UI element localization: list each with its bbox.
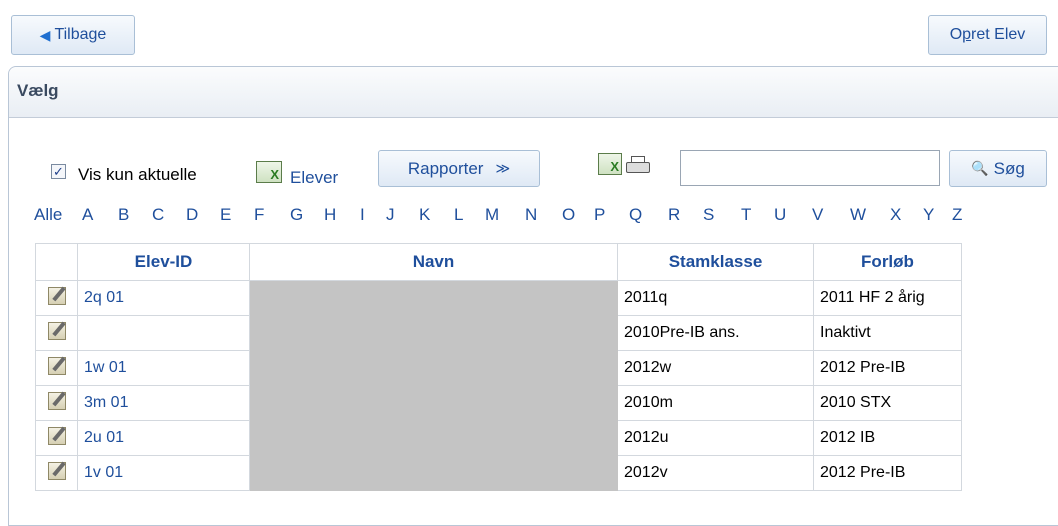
alphabet-link-a[interactable]: A <box>82 205 93 225</box>
create-label-prefix: O <box>949 26 963 43</box>
stamklasse-cell: 2012w <box>617 350 814 386</box>
alphabet-link-g[interactable]: G <box>290 205 303 225</box>
alphabet-link-u[interactable]: U <box>774 205 786 225</box>
create-student-button[interactable]: Op ret Elev <box>928 15 1047 55</box>
panel-header: Vælg <box>9 67 1058 118</box>
alphabet-link-d[interactable]: D <box>186 205 198 225</box>
alphabet-link-w[interactable]: W <box>850 205 866 225</box>
table-row[interactable]: 2010Pre-IB ans. Inaktivt <box>35 315 962 351</box>
panel-title: Vælg <box>17 81 59 100</box>
printer-icon[interactable] <box>624 155 652 175</box>
elev-id-cell[interactable]: 3m 01 <box>77 385 250 421</box>
stamklasse-cell: 2010m <box>617 385 814 421</box>
stamklasse-cell: 2010Pre-IB ans. <box>617 315 814 351</box>
reports-label: Rapporter <box>407 158 484 178</box>
alphabet-link-e[interactable]: E <box>220 205 231 225</box>
stamklasse-cell: 2012u <box>617 420 814 456</box>
edit-cell[interactable] <box>35 455 78 491</box>
alphabet-link-h[interactable]: H <box>324 205 336 225</box>
edit-cell[interactable] <box>35 315 78 351</box>
alphabet-link-q[interactable]: Q <box>629 205 642 225</box>
alphabet-link-i[interactable]: I <box>360 205 365 225</box>
elev-id-cell[interactable]: 2u 01 <box>77 420 250 456</box>
column-header-navn[interactable]: Navn <box>249 243 618 281</box>
forlob-cell: 2011 HF 2 årig <box>813 280 962 316</box>
elev-id-cell[interactable] <box>77 315 250 351</box>
name-cell <box>249 385 618 421</box>
name-cell <box>249 420 618 456</box>
edit-cell[interactable] <box>35 280 78 316</box>
name-cell <box>249 455 618 491</box>
alphabet-link-o[interactable]: O <box>562 205 575 225</box>
elev-id-cell[interactable]: 1w 01 <box>77 350 250 386</box>
edit-cell[interactable] <box>35 385 78 421</box>
table-row[interactable]: 2u 01 2012u 2012 IB <box>35 420 962 456</box>
search-button-label: Søg <box>993 158 1025 178</box>
students-table: Elev-ID Navn Stamklasse Forløb 2q 01 2011… <box>35 243 962 491</box>
alphabet-link-b[interactable]: B <box>118 205 129 225</box>
create-label-accesskey: p <box>962 26 972 43</box>
edit-icon[interactable] <box>47 426 66 445</box>
alphabet-link-p[interactable]: P <box>594 205 605 225</box>
edit-icon[interactable] <box>47 391 66 410</box>
chevron-down-icon: ≫ <box>495 160 511 176</box>
show-current-checkbox[interactable]: ✓ <box>51 164 66 179</box>
column-header-elev-id[interactable]: Elev-ID <box>77 243 250 281</box>
back-button-label: Tilbage <box>54 26 107 43</box>
alphabet-link-s[interactable]: S <box>703 205 714 225</box>
edit-icon[interactable] <box>47 321 66 340</box>
table-header-row: Elev-ID Navn Stamklasse Forløb <box>35 243 962 281</box>
forlob-cell: 2012 Pre-IB <box>813 350 962 386</box>
alphabet-link-z[interactable]: Z <box>952 205 962 225</box>
search-input[interactable] <box>680 150 940 186</box>
forlob-cell: 2012 Pre-IB <box>813 455 962 491</box>
table-row[interactable]: 3m 01 2010m 2010 STX <box>35 385 962 421</box>
alphabet-link-r[interactable]: R <box>668 205 680 225</box>
excel-export-icon[interactable] <box>598 153 622 175</box>
alphabet-link-alle[interactable]: Alle <box>34 205 62 225</box>
alphabet-link-x[interactable]: X <box>890 205 901 225</box>
edit-cell[interactable] <box>35 350 78 386</box>
elev-id-cell[interactable]: 1v 01 <box>77 455 250 491</box>
edit-icon[interactable] <box>47 286 66 305</box>
alphabet-link-y[interactable]: Y <box>923 205 934 225</box>
forlob-cell: 2010 STX <box>813 385 962 421</box>
stamklasse-cell: 2011q <box>617 280 814 316</box>
arrow-left-icon: ◀ <box>39 26 51 43</box>
column-header-forlob[interactable]: Forløb <box>813 243 962 281</box>
edit-icon[interactable] <box>47 356 66 375</box>
name-cell <box>249 350 618 386</box>
magnifier-icon: 🔍 <box>971 160 989 176</box>
show-current-label: Vis kun aktuelle <box>78 165 197 184</box>
alphabet-link-n[interactable]: N <box>525 205 537 225</box>
alphabet-link-l[interactable]: L <box>454 205 463 225</box>
alphabet-link-k[interactable]: K <box>419 205 430 225</box>
alphabet-link-t[interactable]: T <box>741 205 751 225</box>
forlob-cell: 2012 IB <box>813 420 962 456</box>
reports-dropdown-button[interactable]: Rapporter ≫ <box>378 150 540 187</box>
table-row[interactable]: 1v 01 2012v 2012 Pre-IB <box>35 455 962 491</box>
back-button[interactable]: ◀ Tilbage <box>11 15 135 55</box>
name-cell <box>249 280 618 316</box>
elev-id-cell[interactable]: 2q 01 <box>77 280 250 316</box>
alphabet-link-j[interactable]: J <box>386 205 395 225</box>
excel-icon[interactable] <box>256 161 282 183</box>
alphabet-link-m[interactable]: M <box>485 205 499 225</box>
forlob-cell: Inaktivt <box>813 315 962 351</box>
table-row[interactable]: 1w 01 2012w 2012 Pre-IB <box>35 350 962 386</box>
alphabet-link-v[interactable]: V <box>812 205 823 225</box>
edit-icon[interactable] <box>47 461 66 480</box>
create-label-suffix: ret Elev <box>971 26 1026 43</box>
search-button[interactable]: 🔍 Søg <box>949 150 1047 187</box>
stamklasse-cell: 2012v <box>617 455 814 491</box>
column-header-edit <box>35 243 78 281</box>
alphabet-link-c[interactable]: C <box>152 205 164 225</box>
column-header-stamklasse[interactable]: Stamklasse <box>617 243 814 281</box>
alphabet-link-f[interactable]: F <box>254 205 264 225</box>
students-export-link[interactable]: Elever <box>290 168 338 188</box>
edit-cell[interactable] <box>35 420 78 456</box>
name-cell <box>249 315 618 351</box>
table-row[interactable]: 2q 01 2011q 2011 HF 2 årig <box>35 280 962 316</box>
